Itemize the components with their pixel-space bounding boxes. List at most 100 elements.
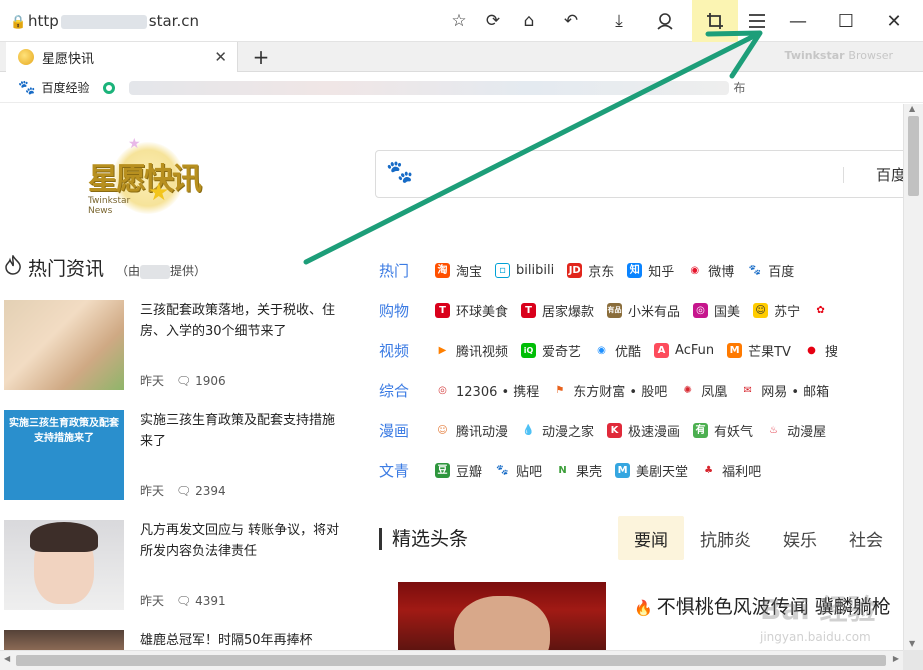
tab-society[interactable]: 社会 (833, 516, 899, 560)
scroll-up-icon: ▲ (909, 104, 916, 113)
horizontal-scrollbar[interactable]: ◀ ▶ (0, 650, 903, 670)
news-thumbnail[interactable] (4, 520, 124, 610)
category-label[interactable]: 综合 (379, 380, 435, 401)
tab-title: 星愿快讯 (42, 51, 95, 67)
site-youku[interactable]: ◉ 优酷 (594, 341, 641, 360)
search-engine-label[interactable]: 百度 (876, 164, 903, 185)
site-12306-ctrip[interactable]: ◎ 12306 • 携程 (435, 381, 539, 400)
browser-titlebar: 🔒 http star.cn ☆ ⟳ ⌂ ↶ ⤓ — ☐ ✕ (0, 0, 923, 42)
news-item[interactable]: 雄鹿总冠军！时隔50年再捧杯 (4, 630, 349, 650)
scroll-right-icon: ▶ (892, 654, 899, 663)
home-icon[interactable]: ⌂ (514, 6, 544, 36)
comment-icon: 🗨 (176, 374, 192, 388)
category-label[interactable]: 文青 (379, 460, 435, 481)
site-baidu[interactable]: 🐾 百度 (747, 261, 794, 280)
scrollbar-corner (903, 650, 923, 670)
refresh-icon[interactable]: ⟳ (478, 6, 508, 36)
site-weibo[interactable]: ◉ 微博 (687, 261, 734, 280)
site-zhihu[interactable]: 知知乎 (627, 261, 674, 280)
category-row-video: 视频 ▶ 腾讯视频 iQ 爱奇艺 ◉ 优酷 A AcFun M 芒果TV ● 搜 (379, 339, 851, 361)
site-xiaomi-youpin[interactable]: 有品 小米有品 (607, 301, 680, 320)
star-icon[interactable]: ☆ (444, 6, 474, 36)
tab-favicon (18, 49, 34, 65)
site-tencent-video[interactable]: ▶ 腾讯视频 (435, 341, 508, 360)
site-sohu-video[interactable]: ● 搜 (803, 341, 838, 360)
site-acfun[interactable]: A AcFun (654, 342, 714, 358)
site-netease[interactable]: ✉ 网易 • 邮箱 (740, 381, 829, 400)
search-input[interactable] (424, 163, 824, 187)
comment-icon: 🗨 (176, 484, 192, 498)
bookmark-green-icon[interactable] (103, 81, 116, 94)
tab-close-icon[interactable]: ✕ (214, 48, 227, 66)
baidu-paw-icon: 🐾 (18, 79, 36, 96)
site-eastmoney[interactable]: ⚑ 东方财富 • 股吧 (552, 381, 667, 400)
minimize-button[interactable]: — (776, 6, 820, 36)
category-label[interactable]: 购物 (379, 300, 435, 321)
site-bilibili[interactable]: ▫ bilibili (495, 262, 554, 278)
category-label[interactable]: 视频 (379, 340, 435, 361)
news-title[interactable]: 实施三孩生育政策及配套支持措施来了 (140, 410, 345, 452)
category-label[interactable]: 热门 (379, 260, 435, 281)
comment-icon: 🗨 (176, 594, 192, 608)
site-jd[interactable]: JD 京东 (567, 261, 614, 280)
hot-news-header: 热门资讯 （由 提供） (4, 254, 206, 281)
watermark: Bai 经验 jingyan.baidu.com (760, 593, 876, 644)
news-item[interactable]: 三孩配套政策落地，关于税收、住房、入学的30个细节来了 昨天 🗨 1906 (4, 300, 349, 400)
user-icon[interactable] (650, 6, 680, 36)
undo-icon[interactable]: ↶ (556, 6, 586, 36)
vertical-scrollbar[interactable]: ▲ ▼ (903, 104, 923, 650)
baidu-search-icon: 🐾 (386, 160, 414, 185)
site-guokr[interactable]: N 果壳 (555, 461, 602, 480)
site-huawei[interactable]: ✿ (813, 302, 834, 318)
site-u17[interactable]: 有有妖气 (693, 421, 753, 440)
horizontal-scroll-thumb[interactable] (16, 655, 886, 666)
site-jisu-comics[interactable]: K 极速漫画 (607, 421, 680, 440)
site-suning[interactable]: ☺ 苏宁 (753, 301, 800, 320)
site-global-food[interactable]: T 环球美食 (435, 301, 508, 320)
site-iqiyi[interactable]: iQ 爱奇艺 (521, 341, 581, 360)
news-title[interactable]: 凡方再发文回应与 转账争议，将对所发内容负法律责任 (140, 520, 345, 562)
bookmark-baidu-jingyan[interactable]: 🐾 百度经验 (18, 79, 89, 96)
news-item[interactable]: 凡方再发文回应与 转账争议，将对所发内容负法律责任 昨天 🗨 4391 (4, 520, 349, 620)
tab-entertainment[interactable]: 娱乐 (767, 516, 833, 560)
download-icon[interactable]: ⤓ (604, 6, 634, 36)
news-thumbnail[interactable] (4, 300, 124, 390)
hot-flame-icon: 🔥 (634, 599, 653, 617)
bookmark-tail[interactable]: 布 (733, 79, 745, 96)
scroll-left-icon: ◀ (4, 654, 11, 663)
category-label[interactable]: 漫画 (379, 420, 435, 441)
site-gome[interactable]: ◎ 国美 (693, 301, 740, 320)
site-douban[interactable]: 豆豆瓣 (435, 461, 482, 480)
news-meta: 昨天 🗨 4391 (140, 594, 226, 608)
site-taobao[interactable]: 淘淘宝 (435, 261, 482, 280)
close-window-button[interactable]: ✕ (872, 6, 916, 36)
site-fulibar[interactable]: ♣ 福利吧 (701, 461, 761, 480)
site-ifeng[interactable]: ✺ 凤凰 (680, 381, 727, 400)
site-logo[interactable]: ★ 星愿快讯 ★ Twinkstar News (82, 134, 222, 216)
maximize-button[interactable]: ☐ (824, 6, 868, 36)
tab-important-news[interactable]: 要闻 (618, 516, 684, 560)
site-dm5[interactable]: ♨ 动漫屋 (766, 421, 826, 440)
site-tieba[interactable]: 🐾 贴吧 (495, 461, 542, 480)
tab-active[interactable]: 星愿快讯 ✕ (6, 42, 238, 72)
crop-icon[interactable] (692, 0, 738, 42)
news-item[interactable]: 实施三孩生育政策及配套支持措施来了 实施三孩生育政策及配套支持措施来了 昨天 🗨 … (4, 410, 349, 510)
menu-icon[interactable] (742, 6, 772, 36)
new-tab-button[interactable]: + (248, 44, 274, 70)
tab-anti-pneumonia[interactable]: 抗肺炎 (684, 516, 767, 560)
bookmarks-redacted (129, 80, 730, 95)
site-mango-tv[interactable]: M 芒果TV (727, 341, 791, 360)
news-title[interactable]: 雄鹿总冠军！时隔50年再捧杯 (140, 630, 345, 650)
site-home-hits[interactable]: T 居家爆款 (521, 301, 594, 320)
news-title[interactable]: 三孩配套政策落地，关于税收、住房、入学的30个细节来了 (140, 300, 345, 342)
site-meijutt[interactable]: M 美剧天堂 (615, 461, 688, 480)
featured-image[interactable] (398, 582, 606, 650)
category-row-hot: 热门 淘淘宝 ▫ bilibili JD 京东 知知乎 ◉ 微博 🐾 百度 (379, 259, 807, 281)
address-bar[interactable]: 🔒 http star.cn (10, 9, 440, 33)
news-thumbnail[interactable]: 实施三孩生育政策及配套支持措施来了 (4, 410, 124, 500)
vertical-scroll-thumb[interactable] (908, 116, 919, 196)
news-thumbnail[interactable] (4, 630, 124, 650)
site-tencent-comics[interactable]: ☺ 腾讯动漫 (435, 421, 508, 440)
site-dmzj[interactable]: 💧 动漫之家 (521, 421, 594, 440)
url-prefix: http (28, 12, 59, 30)
